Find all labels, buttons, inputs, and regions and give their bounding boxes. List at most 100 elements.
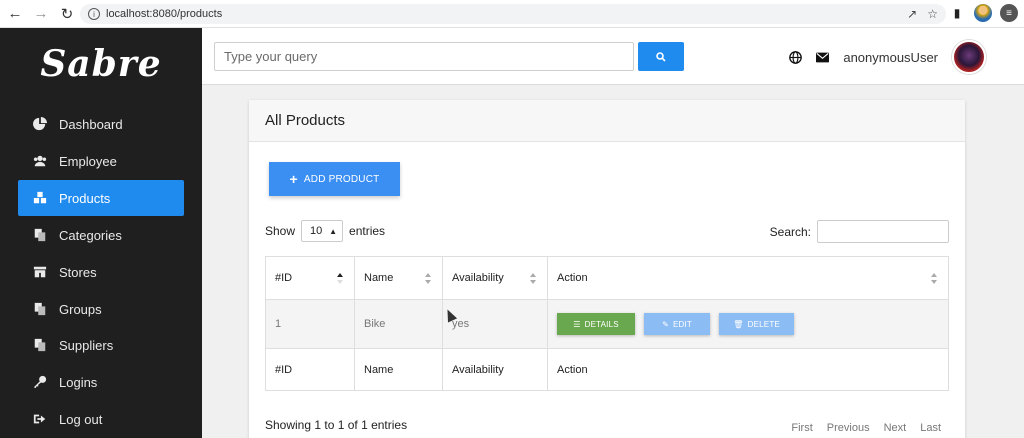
- sidebar-item-groups[interactable]: Groups: [18, 291, 184, 327]
- table-search-input[interactable]: [817, 220, 949, 243]
- sidebar-item-label: Employee: [59, 153, 117, 169]
- sidebar-item-label: Suppliers: [59, 337, 114, 353]
- reload-icon[interactable]: ↻: [56, 3, 78, 25]
- pager-next[interactable]: Next: [884, 422, 907, 434]
- column-header-availability[interactable]: Availability: [442, 256, 548, 300]
- copy-icon: [32, 337, 48, 353]
- entries-label: entries: [349, 224, 386, 238]
- back-arrow-icon[interactable]: ←: [4, 3, 26, 25]
- column-header-label: #ID: [275, 272, 293, 284]
- cell-id: 1: [265, 299, 355, 349]
- footer-cell-id: #ID: [265, 348, 355, 391]
- table-footer-row: #ID Name Availability Action: [265, 348, 949, 391]
- column-header-label: Name: [364, 272, 394, 284]
- sidebar-item-stores[interactable]: Stores: [18, 254, 184, 290]
- sidebar-item-categories[interactable]: Categories: [18, 217, 184, 253]
- table-row: 1 Bike yes ☰ DETAILS ✎ EDIT 🗑︎ DELETE: [265, 299, 949, 349]
- sidepanel-icon[interactable]: ▮: [948, 4, 966, 22]
- sidebar-item-employee[interactable]: Employee: [18, 143, 184, 179]
- browser-toolbar: ← → ↻ i localhost:8080/products ↗ ☆ ▮ ≡: [0, 0, 1024, 28]
- footer-cell-name: Name: [354, 348, 443, 391]
- store-icon: [32, 264, 48, 280]
- search-label: Search:: [769, 224, 811, 239]
- cell-availability: yes: [442, 299, 548, 349]
- footer-cell-availability: Availability: [442, 348, 548, 391]
- cell-name: Bike: [354, 299, 443, 349]
- pager-first[interactable]: First: [791, 422, 812, 434]
- column-header-action[interactable]: Action: [547, 256, 949, 300]
- avatar[interactable]: [952, 40, 986, 74]
- sidebar-item-label: Logins: [59, 374, 98, 390]
- entries-value: 10: [310, 225, 323, 237]
- details-label: DETAILS: [584, 319, 619, 329]
- boxes-icon: [32, 190, 48, 206]
- key-icon: [32, 374, 48, 390]
- sort-icon: [425, 273, 432, 284]
- column-header-label: Action: [557, 272, 588, 284]
- table-search-control: Search:: [770, 220, 949, 243]
- sidebar-item-label: Groups: [59, 301, 102, 317]
- search-input[interactable]: [214, 42, 634, 71]
- sidebar-item-label: Dashboard: [59, 116, 123, 132]
- sidebar-item-label: Categories: [59, 227, 122, 243]
- username[interactable]: anonymousUser: [843, 50, 938, 65]
- sidebar-item-logout[interactable]: Log out: [18, 401, 184, 437]
- select-arrows-icon: ▲︎: [329, 226, 338, 236]
- top-header: anonymousUser: [202, 28, 1024, 85]
- share-icon[interactable]: ↗: [907, 7, 917, 21]
- cell-actions: ☰ DETAILS ✎ EDIT 🗑︎ DELETE: [547, 299, 949, 349]
- sort-icon: [931, 273, 938, 284]
- edit-icon: ✎: [662, 319, 669, 329]
- pager-previous[interactable]: Previous: [827, 422, 870, 434]
- pager-last[interactable]: Last: [920, 422, 941, 434]
- envelope-icon[interactable]: [816, 51, 830, 64]
- logo[interactable]: Sabre: [0, 28, 202, 100]
- globe-icon[interactable]: [789, 50, 803, 64]
- add-product-button[interactable]: + ADD PRODUCT: [269, 162, 400, 196]
- sidebar-item-dashboard[interactable]: Dashboard: [18, 106, 184, 142]
- show-label: Show: [265, 224, 296, 238]
- copy-icon: [32, 301, 48, 317]
- star-icon[interactable]: ☆: [927, 7, 938, 21]
- delete-label: DELETE: [747, 319, 780, 329]
- sidebar-item-label: Products: [59, 190, 111, 206]
- column-header-id[interactable]: #ID: [265, 256, 355, 300]
- sidebar-item-label: Log out: [59, 411, 103, 427]
- entries-control: Show 10 ▲︎ entries: [265, 220, 385, 242]
- add-product-label: ADD PRODUCT: [303, 173, 380, 185]
- edit-label: EDIT: [673, 319, 693, 329]
- table-info: Showing 1 to 1 of 1 entries: [265, 418, 408, 432]
- sidebar: Sabre Dashboard Employee Products Catego…: [0, 28, 202, 438]
- pie-chart-icon: [32, 116, 48, 132]
- sidebar-item-label: Stores: [59, 264, 97, 280]
- plus-icon: +: [289, 171, 298, 187]
- info-icon[interactable]: i: [88, 8, 100, 20]
- profile-icon[interactable]: [974, 4, 992, 22]
- search-icon: [656, 51, 666, 62]
- products-card: All Products + ADD PRODUCT Show 10 ▲︎ en…: [249, 100, 965, 438]
- list-icon: ☰: [573, 319, 581, 329]
- forward-arrow-icon[interactable]: →: [30, 3, 52, 25]
- footer-cell-action: Action: [547, 348, 949, 391]
- edit-button[interactable]: ✎ EDIT: [644, 313, 711, 335]
- column-header-label: Availability: [452, 272, 504, 284]
- column-header-name[interactable]: Name: [354, 256, 443, 300]
- sort-icon: [337, 273, 344, 284]
- entries-select[interactable]: 10 ▲︎: [301, 220, 344, 242]
- sidebar-item-logins[interactable]: Logins: [18, 364, 184, 400]
- page-title: All Products: [249, 100, 965, 142]
- pagination: First Previous Next Last: [791, 422, 941, 434]
- search-button[interactable]: [638, 42, 684, 71]
- delete-button[interactable]: 🗑︎ DELETE: [719, 313, 795, 335]
- trash-icon: 🗑︎: [733, 319, 744, 329]
- users-icon: [32, 153, 48, 169]
- sort-icon: [530, 273, 537, 284]
- sidebar-item-suppliers[interactable]: Suppliers: [18, 327, 184, 363]
- url-text: localhost:8080/products: [106, 8, 223, 20]
- address-bar[interactable]: i localhost:8080/products ↗ ☆: [80, 4, 946, 24]
- sidebar-item-products[interactable]: Products: [18, 180, 184, 216]
- menu-icon[interactable]: ≡: [1000, 4, 1018, 22]
- sign-out-icon: [32, 411, 48, 427]
- copy-icon: [32, 227, 48, 243]
- details-button[interactable]: ☰ DETAILS: [557, 313, 635, 335]
